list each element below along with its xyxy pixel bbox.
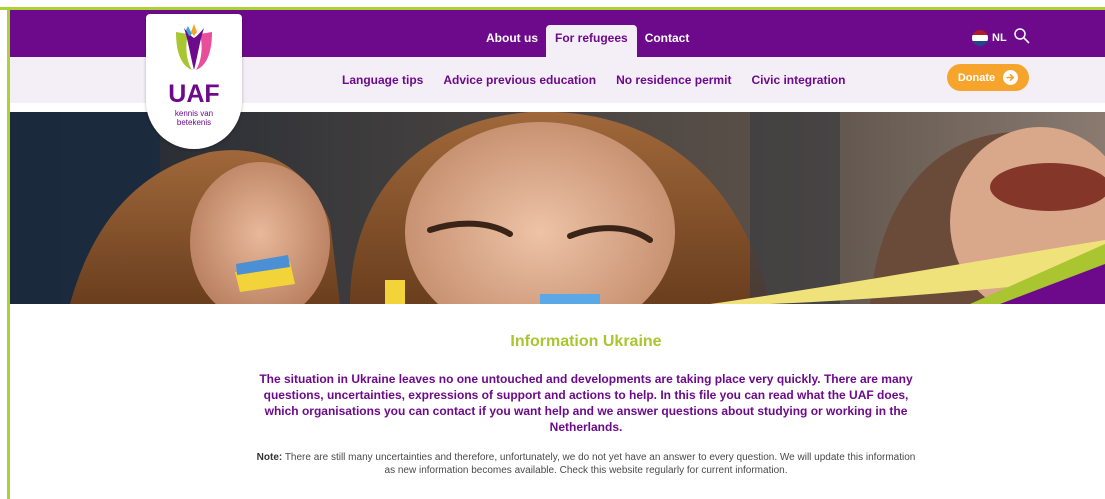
note-paragraph: Note: There are still many uncertainties… [252, 451, 920, 477]
subnav-advice-previous-education[interactable]: Advice previous education [433, 73, 606, 87]
nav-for-refugees[interactable]: For refugees [546, 25, 637, 57]
language-label: NL [992, 32, 1007, 44]
main-nav: About us For refugees Contact [478, 25, 697, 57]
subnav-civic-integration[interactable]: Civic integration [741, 73, 855, 87]
note-label: Note: [256, 452, 283, 463]
donate-label: Donate [957, 71, 996, 84]
nav-contact[interactable]: Contact [637, 25, 698, 57]
tulip-logo-icon [176, 24, 212, 70]
language-switcher[interactable]: NL [972, 30, 1007, 46]
search-button[interactable] [1013, 27, 1031, 45]
sub-nav: Language tips Advice previous education … [332, 57, 855, 103]
logo-tagline-line1: kennis van [174, 109, 214, 118]
search-icon [1014, 28, 1030, 44]
uaf-logo[interactable]: UAF kennis van betekenis [146, 14, 242, 149]
page-title: Information Ukraine [510, 333, 662, 350]
note-text: There are still many uncertainties and t… [282, 452, 916, 476]
subnav-no-residence-permit[interactable]: No residence permit [606, 73, 741, 87]
dutch-flag-icon [972, 30, 988, 46]
logo-tagline: kennis van betekenis [146, 109, 242, 127]
nav-about-us[interactable]: About us [478, 25, 546, 57]
arrow-right-icon [1003, 70, 1019, 85]
intro-paragraph: The situation in Ukraine leaves no one u… [259, 372, 913, 434]
subnav-language-tips[interactable]: Language tips [332, 73, 433, 87]
browser-frame-top [0, 0, 1105, 10]
logo-wordmark: UAF [168, 80, 220, 108]
donate-button[interactable]: Donate [947, 64, 1029, 91]
logo-tagline-line2: betekenis [176, 118, 212, 127]
